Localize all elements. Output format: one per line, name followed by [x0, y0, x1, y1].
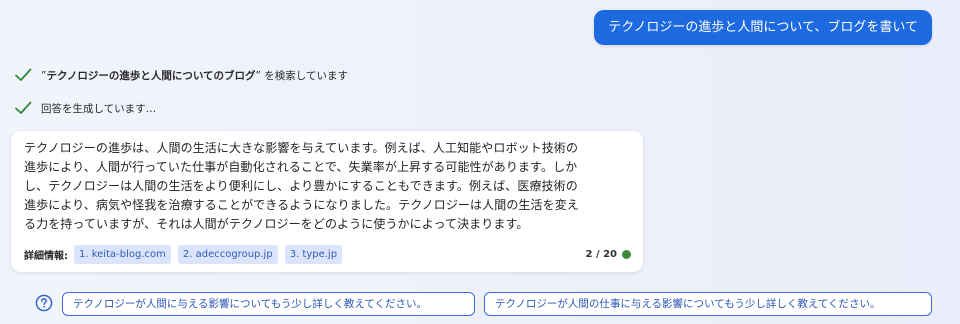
turn-counter: 2 / 20 — [585, 248, 631, 260]
status-dot-icon — [622, 249, 631, 259]
turn-counter-text: 2 / 20 — [585, 248, 618, 260]
answer-card: テクノロジーの進歩は、人間の生活に大きな影響を与えています。例えば、人工知能やロ… — [11, 131, 643, 272]
check-icon — [15, 101, 32, 114]
suggestion-button-1[interactable]: テクノロジーが人間に与える影響についてもう少し詳しく教えてください。 — [62, 292, 475, 316]
check-icon — [15, 68, 32, 81]
generating-status: 回答を生成しています… — [14, 99, 156, 117]
search-status: ”テクノロジーの進歩と人間についてのブログ” を検索しています — [14, 66, 348, 84]
generating-status-text: 回答を生成しています… — [41, 102, 157, 115]
suggestion-button-2[interactable]: テクノロジーが人間の仕事に与える影響についてもう少し詳しく教えてください。 — [484, 292, 932, 316]
answer-text: テクノロジーの進歩は、人間の生活に大きな影響を与えています。例えば、人工知能やロ… — [24, 141, 579, 231]
search-query: テクノロジーの進歩と人間についてのブログ — [46, 69, 256, 82]
source-link-2[interactable]: 2. adeccogroup.jp — [177, 244, 278, 264]
source-link-1[interactable]: 1. keita-blog.com — [74, 244, 171, 264]
search-status-text: ”テクノロジーの進歩と人間についてのブログ” を検索しています — [41, 68, 348, 83]
sources-bar: 詳細情報: 1. keita-blog.com 2. adeccogroup.j… — [24, 244, 631, 264]
source-link-3[interactable]: 3. type.jp — [284, 244, 343, 264]
question-circle-icon[interactable] — [35, 294, 53, 312]
sources-label: 詳細情報: — [24, 250, 68, 262]
search-status-suffix: ” を検索しています — [255, 69, 348, 82]
user-message-bubble: テクノロジーの進歩と人間について、ブログを書いて — [594, 10, 932, 45]
